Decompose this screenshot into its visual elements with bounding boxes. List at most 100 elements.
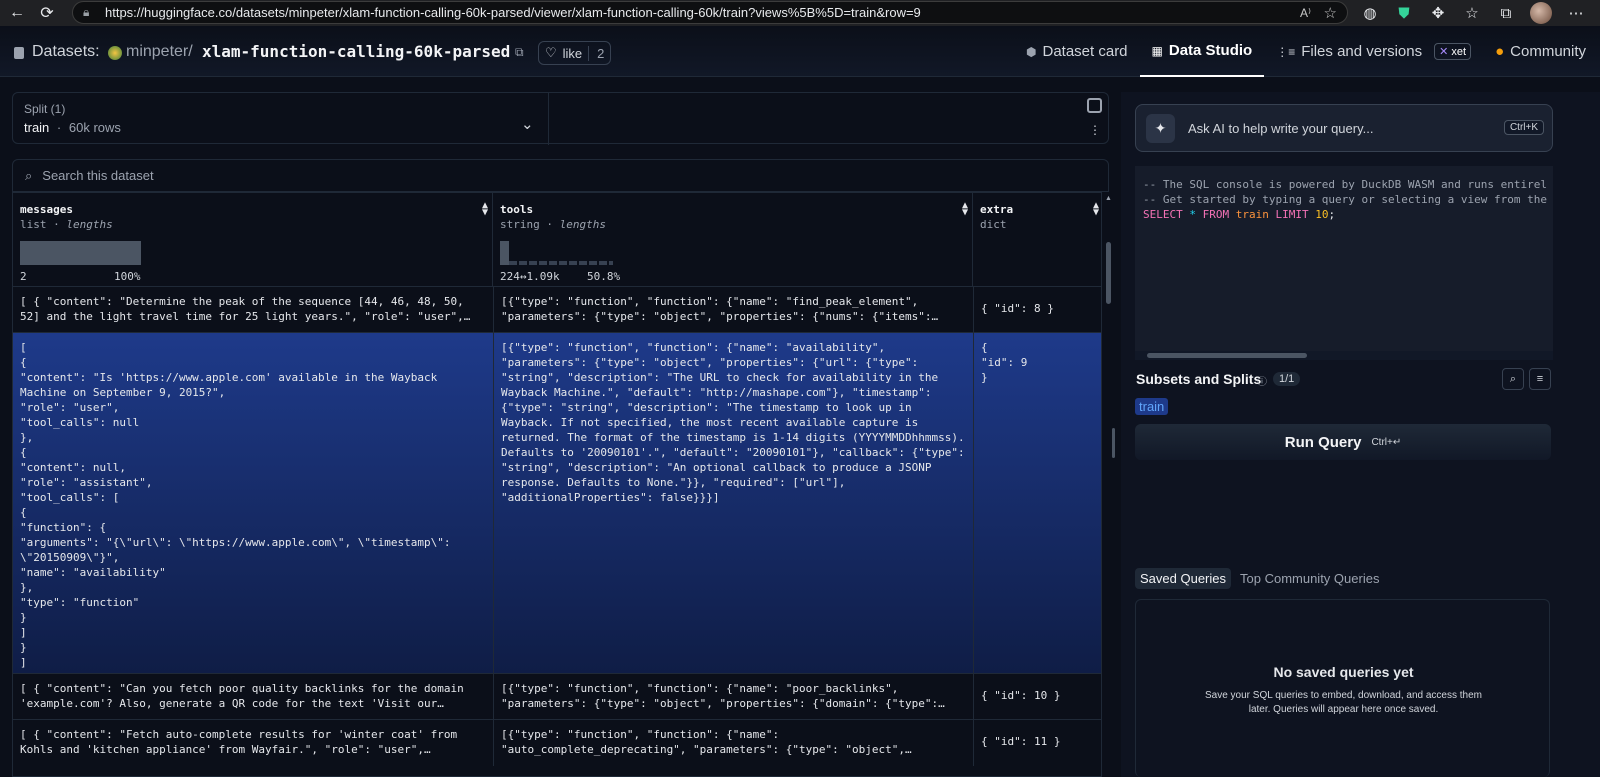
address-bar[interactable]: 🔒︎ https://huggingface.co/datasets/minpe… (72, 1, 1348, 24)
like-button[interactable]: ♡ like 2 (538, 41, 612, 65)
histogram-pct: 100% (114, 270, 141, 283)
globe-extension-icon[interactable]: ◍ (1360, 4, 1380, 22)
data-table: messages list · lengths ▲ ▼ 2 100% tools … (12, 192, 1102, 777)
table-scrollbar[interactable]: ▲ (1105, 192, 1112, 777)
histogram-min: 2 (20, 270, 27, 283)
split-name: train (24, 120, 50, 135)
column-type-label: string (500, 218, 540, 231)
sql-keyword: LIMIT (1275, 208, 1309, 221)
sql-editor[interactable]: -- The SQL console is powered by DuckDB … (1135, 166, 1553, 360)
heart-icon: ♡ (545, 45, 557, 60)
ai-shortcut: Ctrl+K (1503, 120, 1544, 135)
tab-top-community-queries[interactable]: Top Community Queries (1235, 568, 1384, 589)
more-options-icon[interactable]: ⋮ (1089, 123, 1101, 137)
column-stat-label: lengths (66, 218, 113, 231)
table-icon: ▦ (1151, 43, 1163, 58)
tab-label: Dataset card (1042, 43, 1128, 60)
column-header-messages[interactable]: messages list · lengths ▲ ▼ 2 100% (13, 193, 493, 286)
chevron-down-icon[interactable]: ⌄ (521, 115, 534, 133)
column-stat-label: lengths (559, 218, 606, 231)
favorites-list-icon[interactable]: ☆ (1462, 4, 1482, 22)
cell-tools[interactable]: [{"type": "function", "function": {"name… (493, 287, 973, 333)
split-value: train · 60k rows (24, 120, 121, 135)
cell-messages[interactable]: [ { "content": "Is 'https://www.apple.co… (13, 333, 493, 674)
collections-icon[interactable]: ⧉ (1496, 5, 1516, 22)
scrollbar-thumb[interactable] (1147, 353, 1307, 358)
lock-icon: 🔒︎ (83, 5, 90, 19)
profile-avatar[interactable] (1530, 2, 1552, 24)
scroll-up-icon[interactable]: ▲ (1105, 195, 1112, 202)
list-view-button[interactable]: ≡ (1529, 368, 1551, 390)
histogram-bar[interactable] (500, 241, 509, 265)
tab-data-studio[interactable]: ▦ Data Studio (1139, 26, 1265, 77)
url-text: https://huggingface.co/datasets/minpeter… (105, 5, 921, 20)
tab-files-and-versions[interactable]: ⋮≡ Files and versions ✕ xet (1264, 26, 1483, 77)
scrollbar-thumb[interactable] (1106, 242, 1111, 304)
sql-number: 10 (1315, 208, 1329, 221)
column-header-extra[interactable]: extra dict ▲ ▼ (973, 193, 1101, 286)
histogram-bars-small[interactable] (509, 261, 613, 265)
tab-dataset-card[interactable]: ⬢ Dataset card (1014, 26, 1140, 77)
cell-messages[interactable]: [ { "content": "Determine the peak of th… (13, 287, 493, 333)
dataset-header: Datasets: minpeter/ xlam-function-callin… (0, 26, 1600, 77)
split-selector[interactable]: Split (1) train · 60k rows ⌄ ⋮ (12, 92, 1109, 145)
shield-extension-icon[interactable]: ⛊ (1394, 5, 1414, 22)
search-subsets-button[interactable]: ⌕ (1502, 368, 1524, 390)
histogram-range: 224↔1.09k (500, 270, 560, 283)
table-row[interactable]: [ { "content": "Can you fetch poor quali… (13, 674, 1101, 720)
ai-query-input[interactable]: ✦ Ask AI to help write your query... Ctr… (1135, 104, 1553, 152)
sort-icon[interactable]: ▲ ▼ (962, 201, 968, 218)
cell-tools[interactable]: [{"type": "function", "function": {"name… (493, 720, 973, 766)
editor-hscrollbar[interactable] (1135, 351, 1553, 360)
repo-name[interactable]: xlam-function-calling-60k-parsed (202, 42, 510, 61)
run-shortcut: Ctrl+↵ (1371, 436, 1402, 448)
hf-icon: ● (1495, 43, 1505, 60)
cell-tools[interactable]: [{"type": "function", "function": {"name… (493, 333, 973, 674)
split-rows: 60k rows (68, 120, 121, 135)
sort-icon[interactable]: ▲ ▼ (482, 201, 488, 218)
pane-resize-handle[interactable] (1112, 428, 1115, 458)
read-aloud-icon[interactable]: A⁾ (1300, 6, 1311, 20)
browser-menu-icon[interactable]: ⋯ (1566, 4, 1586, 22)
owner-link[interactable]: minpeter/ (126, 43, 193, 61)
extensions-puzzle-icon[interactable]: ✥ (1428, 4, 1448, 22)
copy-icon[interactable]: ⧉ (515, 45, 524, 60)
table-row-selected[interactable]: [ { "content": "Is 'https://www.apple.co… (13, 333, 1101, 674)
sort-icon[interactable]: ▲ ▼ (1093, 201, 1099, 218)
saved-queries-panel: No saved queries yet Save your SQL queri… (1135, 599, 1550, 777)
subsets-title: Subsets and Splits (1136, 371, 1262, 387)
column-type: string · lengths (500, 218, 606, 231)
tab-saved-queries[interactable]: Saved Queries (1135, 568, 1231, 589)
search-input[interactable]: ⌕ Search this dataset (12, 159, 1109, 192)
cell-extra[interactable]: { "id": 11 } (973, 720, 1101, 766)
column-type: list · lengths (20, 218, 113, 231)
browser-toolbar: ← ⟳ 🔒︎ https://huggingface.co/datasets/m… (0, 0, 1600, 26)
cube-icon: ⬢ (1026, 44, 1037, 59)
cell-messages[interactable]: [ { "content": "Fetch auto-complete resu… (13, 720, 493, 766)
reload-icon[interactable]: ⟳ (34, 0, 60, 26)
cell-extra[interactable]: { "id": 9 } (973, 333, 1101, 674)
table-row[interactable]: [ { "content": "Fetch auto-complete resu… (13, 720, 1101, 776)
cell-messages[interactable]: [ { "content": "Can you fetch poor quali… (13, 674, 493, 720)
run-query-button[interactable]: Run Query Ctrl+↵ (1135, 424, 1551, 460)
split-divider (548, 93, 549, 145)
column-name: extra (980, 203, 1014, 216)
sql-query-line: SELECT * FROM train LIMIT 10; (1143, 207, 1335, 222)
info-icon[interactable]: ⓘ (1257, 373, 1267, 388)
histogram-bar[interactable] (20, 241, 141, 265)
cell-extra[interactable]: { "id": 8 } (973, 287, 1101, 333)
empty-state-description: Save your SQL queries to embed, download… (1204, 690, 1482, 715)
column-header-tools[interactable]: tools string · lengths ▲ ▼ 224↔1.09k 50.8… (493, 193, 973, 286)
cell-tools[interactable]: [{"type": "function", "function": {"name… (493, 674, 973, 720)
split-chip-train[interactable]: train (1135, 398, 1169, 415)
sql-keyword: SELECT (1143, 208, 1183, 221)
owner-name[interactable]: minpeter (126, 43, 188, 60)
run-query-label: Run Query (1284, 433, 1362, 451)
table-row[interactable]: [ { "content": "Determine the peak of th… (13, 287, 1101, 333)
back-icon[interactable]: ← (4, 0, 30, 26)
tab-community[interactable]: ● Community (1483, 26, 1598, 77)
panel-toggle-icon[interactable] (1087, 98, 1102, 113)
sql-semicolon: ; (1328, 208, 1336, 221)
favorite-star-icon[interactable]: ☆ (1324, 4, 1337, 22)
cell-extra[interactable]: { "id": 10 } (973, 674, 1101, 720)
